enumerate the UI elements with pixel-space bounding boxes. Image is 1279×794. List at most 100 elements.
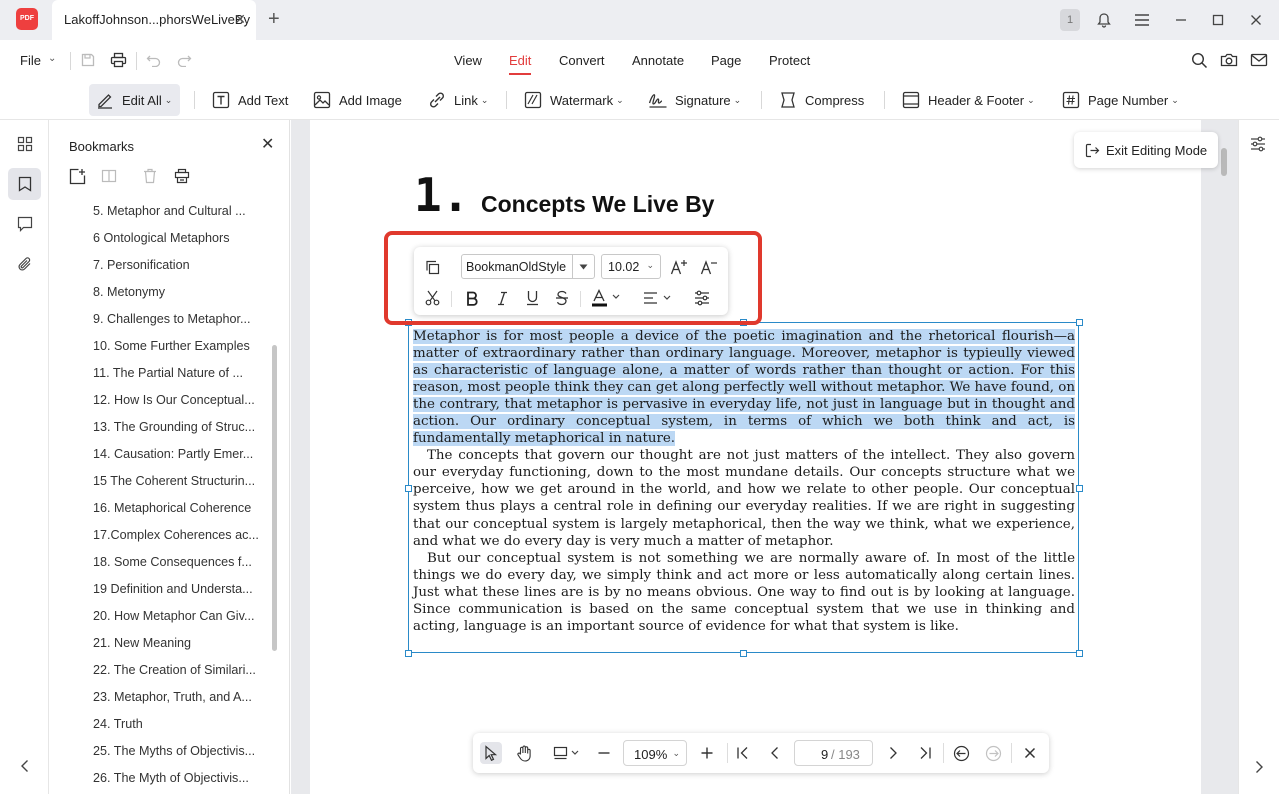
page-number-button[interactable]: Page Number ⌄	[1061, 84, 1179, 116]
last-page-icon[interactable]	[914, 742, 936, 764]
menu-annotate[interactable]: Annotate	[632, 53, 684, 68]
forward-view-icon[interactable]	[982, 742, 1004, 764]
zoom-out-icon[interactable]	[593, 742, 615, 764]
bookmark-item[interactable]: 15 The Coherent Structurin...	[93, 468, 265, 495]
back-view-icon[interactable]	[950, 742, 972, 764]
align-icon[interactable]	[642, 288, 674, 308]
menu-protect[interactable]: Protect	[769, 53, 810, 68]
font-color-icon[interactable]	[590, 288, 622, 308]
chapter-number[interactable]: 1.	[414, 168, 469, 222]
resize-handle[interactable]	[1076, 319, 1083, 326]
page-number-input[interactable]: 9 / 193	[794, 740, 873, 766]
collapse-right-icon[interactable]	[1249, 757, 1269, 777]
bookmark-panel-icon[interactable]	[8, 168, 41, 200]
bookmark-item[interactable]: 18. Some Consequences f...	[93, 549, 265, 576]
print-icon[interactable]	[108, 50, 128, 70]
add-bookmark-icon[interactable]	[67, 166, 87, 186]
bookmark-item[interactable]: 21. New Meaning	[93, 630, 265, 657]
resize-handle[interactable]	[405, 485, 412, 492]
bookmark-item[interactable]: 12. How Is Our Conceptual...	[93, 387, 265, 414]
bookmark-item[interactable]: 17.Complex Coherences ac...	[93, 522, 265, 549]
zoom-select[interactable]: 109% ⌄	[623, 740, 687, 766]
previous-page-icon[interactable]	[764, 742, 786, 764]
bookmark-item[interactable]: 16. Metaphorical Coherence	[93, 495, 265, 522]
tab-close-icon[interactable]: ✕	[234, 11, 246, 28]
paragraph[interactable]: But our conceptual system is not somethi…	[413, 550, 1075, 635]
delete-bookmark-icon[interactable]	[140, 166, 160, 186]
resize-handle[interactable]	[1076, 485, 1083, 492]
undo-icon[interactable]	[144, 50, 164, 70]
redo-icon[interactable]	[174, 50, 194, 70]
bookmark-item[interactable]: 26. The Myth of Objectivis...	[93, 765, 265, 792]
thumbnails-icon[interactable]	[8, 128, 41, 160]
bookmark-item[interactable]: 8. Metonymy	[93, 279, 265, 306]
strikethrough-icon[interactable]	[552, 288, 572, 308]
underline-icon[interactable]	[522, 288, 542, 308]
font-family-select[interactable]: BookmanOldStyle	[461, 254, 595, 279]
bold-icon[interactable]	[462, 288, 482, 308]
font-size-select[interactable]: 10.02 ⌄	[601, 254, 661, 279]
chapter-title[interactable]: Concepts We Live By	[481, 191, 714, 218]
bookmark-item[interactable]: 13. The Grounding of Struc...	[93, 414, 265, 441]
text-settings-icon[interactable]	[692, 288, 712, 308]
bookmark-item[interactable]: 23. Metaphor, Truth, and A...	[93, 684, 265, 711]
link-button[interactable]: Link ⌄	[427, 84, 488, 116]
copy-icon[interactable]	[422, 257, 442, 277]
page-count-badge[interactable]: 1	[1060, 9, 1080, 31]
expand-bookmark-icon[interactable]	[99, 166, 119, 186]
add-image-button[interactable]: Add Image	[312, 84, 402, 116]
bell-icon[interactable]	[1094, 0, 1114, 40]
menu-convert[interactable]: Convert	[559, 53, 605, 68]
first-page-icon[interactable]	[732, 742, 754, 764]
bookmark-item[interactable]: 10. Some Further Examples	[93, 333, 265, 360]
increase-font-icon[interactable]	[669, 257, 689, 277]
cut-icon[interactable]	[422, 288, 442, 308]
resize-handle[interactable]	[740, 650, 747, 657]
selected-paragraph[interactable]: Metaphor is for most people a device of …	[413, 329, 1075, 447]
resize-handle[interactable]	[1076, 650, 1083, 657]
compress-button[interactable]: Compress	[778, 84, 864, 116]
bookmark-item[interactable]: 14. Causation: Partly Emer...	[93, 441, 265, 468]
mail-icon[interactable]	[1249, 50, 1269, 70]
window-close-icon[interactable]	[1246, 0, 1266, 40]
watermark-button[interactable]: Watermark ⌄	[523, 84, 624, 116]
zoom-in-icon[interactable]	[696, 742, 718, 764]
menu-view[interactable]: View	[454, 53, 482, 68]
bookmark-item[interactable]: 20. How Metaphor Can Giv...	[93, 603, 265, 630]
edit-all-button[interactable]: Edit All ⌄	[89, 84, 181, 116]
select-cursor-icon[interactable]	[480, 742, 502, 764]
attachment-icon[interactable]	[8, 248, 41, 280]
chevron-down-icon[interactable]	[572, 255, 594, 278]
camera-icon[interactable]	[1219, 50, 1239, 70]
decrease-font-icon[interactable]	[699, 257, 719, 277]
next-page-icon[interactable]	[882, 742, 904, 764]
menu-edit[interactable]: Edit	[509, 53, 531, 68]
search-icon[interactable]	[1189, 50, 1209, 70]
bookmark-item[interactable]: 11. The Partial Nature of ...	[93, 360, 265, 387]
chevron-down-icon[interactable]: ⌄	[48, 53, 56, 64]
resize-handle[interactable]	[405, 650, 412, 657]
header-footer-button[interactable]: Header & Footer ⌄	[901, 84, 1035, 116]
properties-panel-icon[interactable]	[1248, 134, 1268, 154]
save-icon[interactable]	[78, 50, 98, 70]
maximize-icon[interactable]	[1208, 0, 1228, 40]
hand-tool-icon[interactable]	[513, 742, 535, 764]
comment-icon[interactable]	[8, 208, 41, 240]
bookmark-scrollbar[interactable]	[272, 345, 277, 651]
bookmark-item[interactable]: 9. Challenges to Metaphor...	[93, 306, 265, 333]
signature-button[interactable]: Signature ⌄	[648, 84, 741, 116]
bookmark-item[interactable]: 7. Personification	[93, 252, 265, 279]
close-icon[interactable]: ✕	[261, 134, 274, 154]
collapse-left-icon[interactable]	[8, 750, 41, 782]
bookmark-item[interactable]: 19 Definition and Understa...	[93, 576, 265, 603]
bookmark-item[interactable]: 5. Metaphor and Cultural ...	[93, 198, 265, 225]
new-tab-icon[interactable]: +	[268, 8, 280, 31]
close-navbar-icon[interactable]	[1019, 742, 1041, 764]
file-menu[interactable]: File	[20, 53, 41, 68]
bookmark-properties-icon[interactable]	[172, 166, 192, 186]
view-mode-icon[interactable]	[553, 742, 583, 764]
exit-editing-mode-button[interactable]: Exit Editing Mode	[1074, 132, 1218, 168]
document-tab[interactable]: LakoffJohnson...phorsWeLiveBy ✕	[52, 0, 256, 40]
bookmark-item[interactable]: 22. The Creation of Similari...	[93, 657, 265, 684]
bookmark-item[interactable]: 6 Ontological Metaphors	[93, 225, 265, 252]
